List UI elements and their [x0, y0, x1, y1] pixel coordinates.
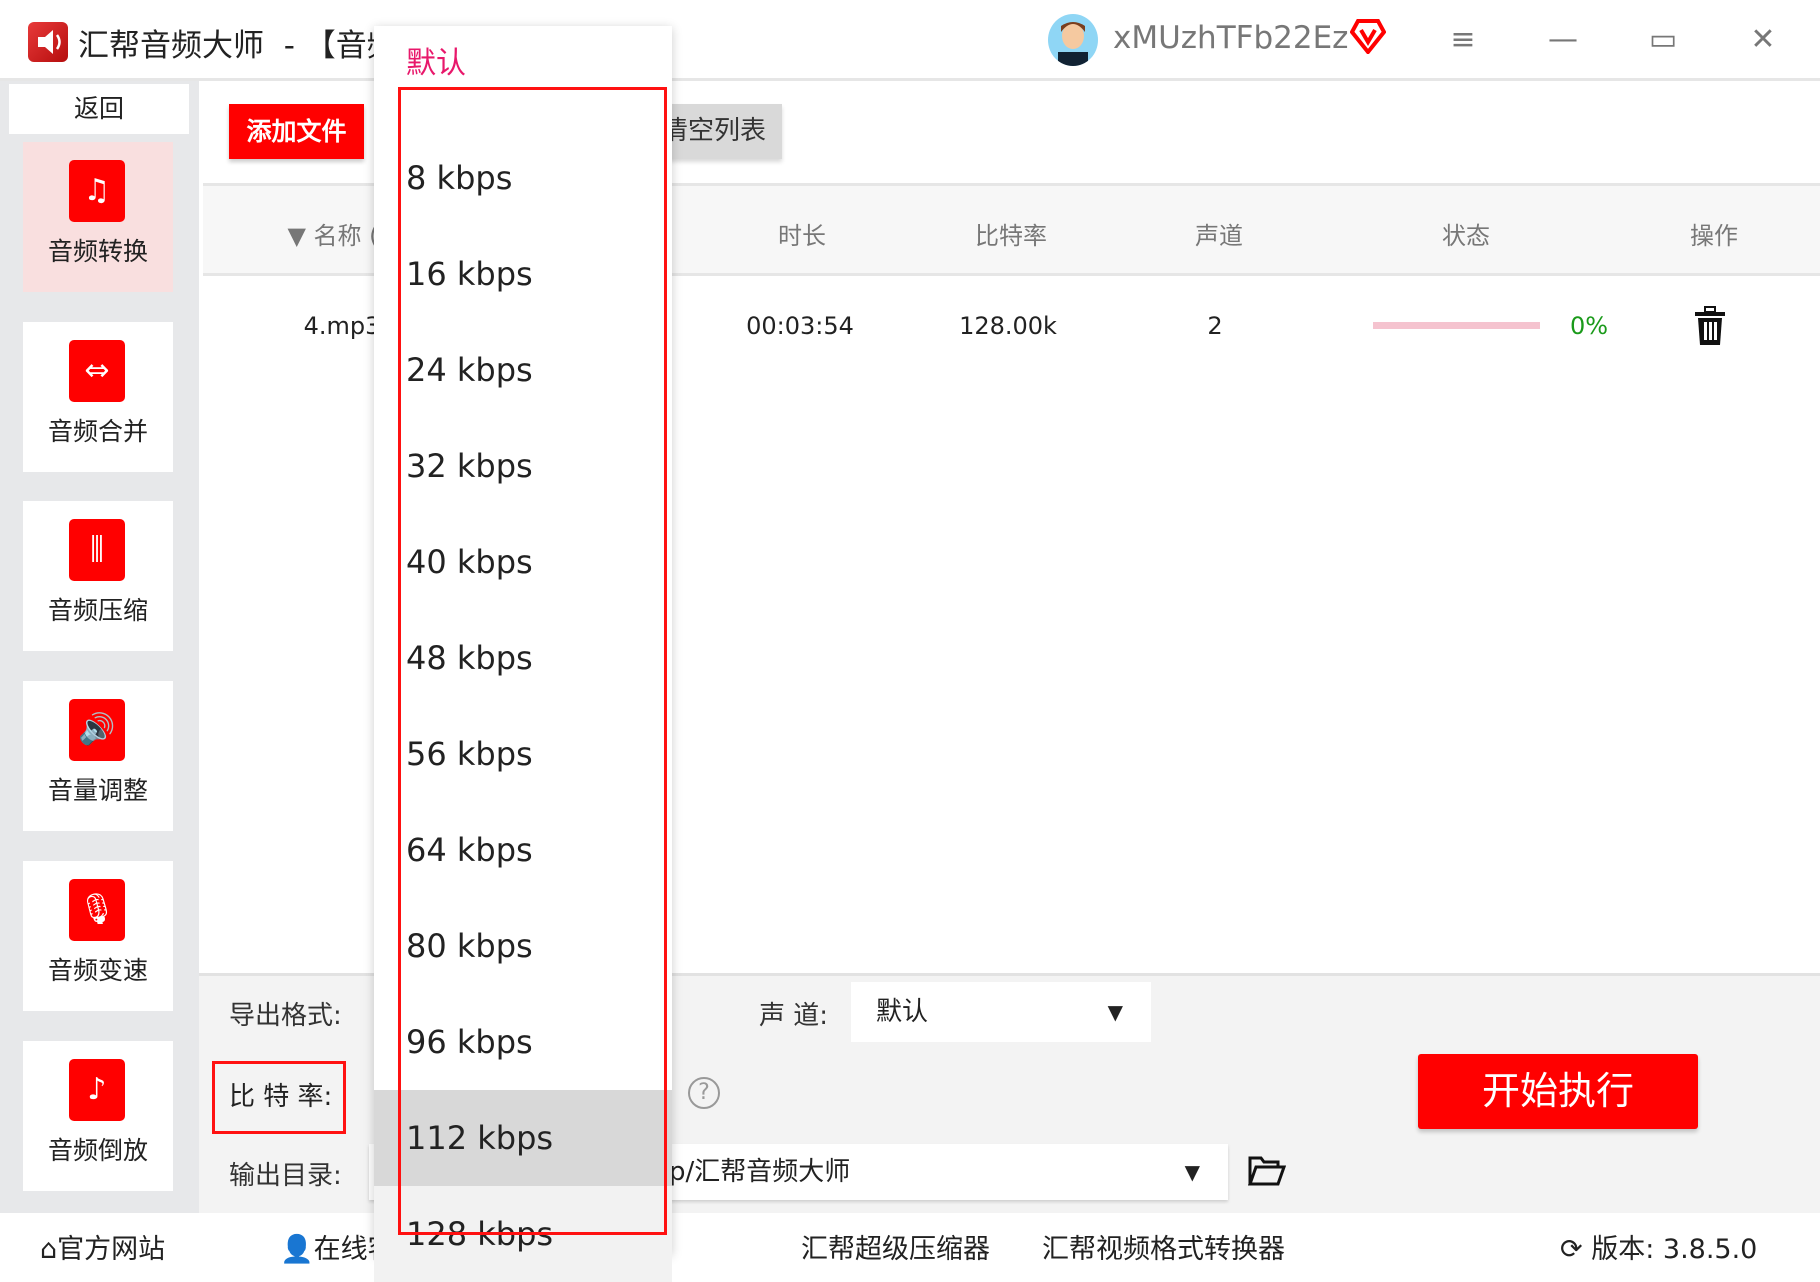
- chevron-down-icon: ▼: [1184, 1160, 1200, 1184]
- sidebar-item-label: 音频变速: [47, 956, 148, 985]
- title-bar: 汇帮音频大师 - 【音频转换】 xMUzhTFb22Ez ≡ — ▭ ✕: [0, 0, 1820, 81]
- column-status: 状态: [1442, 222, 1490, 250]
- start-button[interactable]: 开始执行: [1418, 1054, 1698, 1129]
- dropdown-option[interactable]: 8 kbps: [374, 130, 672, 226]
- compressor-link[interactable]: 汇帮超级压缩器: [801, 1227, 990, 1266]
- channel-value: 默认: [876, 997, 929, 1027]
- dropdown-option[interactable]: 40 kbps: [374, 514, 672, 610]
- minimize-button[interactable]: —: [1543, 20, 1583, 60]
- dropdown-option[interactable]: 16 kbps: [374, 226, 672, 322]
- channel-label: 声 道:: [759, 1001, 829, 1031]
- close-button[interactable]: ✕: [1743, 20, 1783, 60]
- menu-button[interactable]: ≡: [1443, 20, 1483, 60]
- audio-convert-icon: ♫: [69, 160, 125, 222]
- sidebar-item-audio-compress[interactable]: ⫼ 音频压缩: [23, 501, 173, 651]
- microphone-icon: 🎙: [69, 879, 125, 941]
- column-action: 操作: [1690, 222, 1738, 250]
- add-file-button[interactable]: 添加文件: [229, 104, 364, 159]
- dropdown-option[interactable]: 112 kbps: [374, 1090, 672, 1186]
- sidebar-item-label: 音频压缩: [47, 596, 148, 625]
- channel-select[interactable]: 默认 ▼: [851, 982, 1151, 1042]
- sidebar-item-label: 音频转换: [47, 237, 148, 266]
- sidebar-item-audio-speed[interactable]: 🎙 音频变速: [23, 861, 173, 1011]
- dropdown-option[interactable]: 64 kbps: [374, 802, 672, 898]
- dropdown-option[interactable]: 128 kbps: [374, 1186, 672, 1282]
- sidebar-item-audio-reverse[interactable]: ♪ 音频倒放: [23, 1041, 173, 1191]
- bitrate-label: 比 特 率:: [212, 1061, 346, 1134]
- maximize-button[interactable]: ▭: [1643, 20, 1683, 60]
- dropdown-option[interactable]: 96 kbps: [374, 994, 672, 1090]
- folder-open-icon[interactable]: [1247, 1154, 1287, 1192]
- format-label: 导出格式:: [229, 1001, 342, 1031]
- chevron-down-icon: ▼: [1107, 1000, 1123, 1024]
- dropdown-option[interactable]: 32 kbps: [374, 418, 672, 514]
- home-icon: ⌂: [40, 1234, 58, 1265]
- dropdown-option-default[interactable]: 默认: [406, 38, 466, 82]
- audio-merge-icon: ⇔: [69, 340, 125, 402]
- username[interactable]: xMUzhTFb22Ez: [1113, 20, 1348, 56]
- user-avatar[interactable]: [1048, 14, 1098, 66]
- app-logo-icon: [28, 22, 68, 62]
- help-icon[interactable]: ?: [688, 1077, 720, 1109]
- dropdown-option[interactable]: 80 kbps: [374, 898, 672, 994]
- file-duration: 00:03:54: [746, 312, 854, 340]
- trash-icon[interactable]: [1693, 306, 1727, 350]
- progress-text: 0%: [1569, 312, 1609, 340]
- sidebar-item-audio-merge[interactable]: ⇔ 音频合并: [23, 322, 173, 472]
- website-link[interactable]: ⌂官方网站: [40, 1227, 165, 1266]
- refresh-icon: ⟳: [1560, 1234, 1583, 1265]
- sidebar-item-label: 音频合并: [47, 417, 148, 446]
- bitrate-dropdown[interactable]: 默认 8 kbps 16 kbps 24 kbps 32 kbps 40 kbps 48 …: [374, 26, 672, 1282]
- footer: ⌂官方网站 👤在线客服 汇帮超级压缩器 汇帮视频格式转换器 ⟳ 版本: 3.8.…: [0, 1213, 1820, 1280]
- file-name: 4.mp3: [303, 312, 381, 340]
- file-channel: 2: [1207, 312, 1223, 340]
- sidebar-item-label: 音频倒放: [47, 1136, 148, 1165]
- dropdown-option[interactable]: 24 kbps: [374, 322, 672, 418]
- sidebar-item-audio-convert[interactable]: ♫ 音频转换: [23, 142, 173, 292]
- sidebar-item-volume-adjust[interactable]: 🔊 音量调整: [23, 681, 173, 831]
- video-converter-link[interactable]: 汇帮视频格式转换器: [1042, 1227, 1285, 1266]
- sidebar-item-label: 音量调整: [47, 776, 148, 805]
- dropdown-option[interactable]: 56 kbps: [374, 706, 672, 802]
- outdir-label: 输出目录:: [229, 1161, 342, 1191]
- progress-bar: [1373, 322, 1540, 329]
- back-button[interactable]: 返回: [9, 84, 189, 134]
- column-name[interactable]: ▼ 名称 (: [287, 216, 378, 251]
- user-icon: 👤: [280, 1234, 314, 1265]
- outdir-value: p/汇帮音频大师: [669, 1157, 851, 1187]
- dropdown-option[interactable]: 48 kbps: [374, 610, 672, 706]
- column-channel[interactable]: 声道: [1195, 216, 1243, 251]
- audio-compress-icon: ⫼: [69, 519, 125, 581]
- column-bitrate[interactable]: 比特率: [975, 216, 1047, 251]
- music-note-icon: ♪: [69, 1059, 125, 1121]
- column-duration[interactable]: 时长: [778, 216, 826, 251]
- speaker-icon: 🔊: [69, 699, 125, 761]
- file-bitrate: 128.00k: [959, 312, 1057, 340]
- version-info[interactable]: ⟳ 版本: 3.8.5.0: [1560, 1227, 1757, 1266]
- vip-diamond-icon[interactable]: [1349, 18, 1387, 56]
